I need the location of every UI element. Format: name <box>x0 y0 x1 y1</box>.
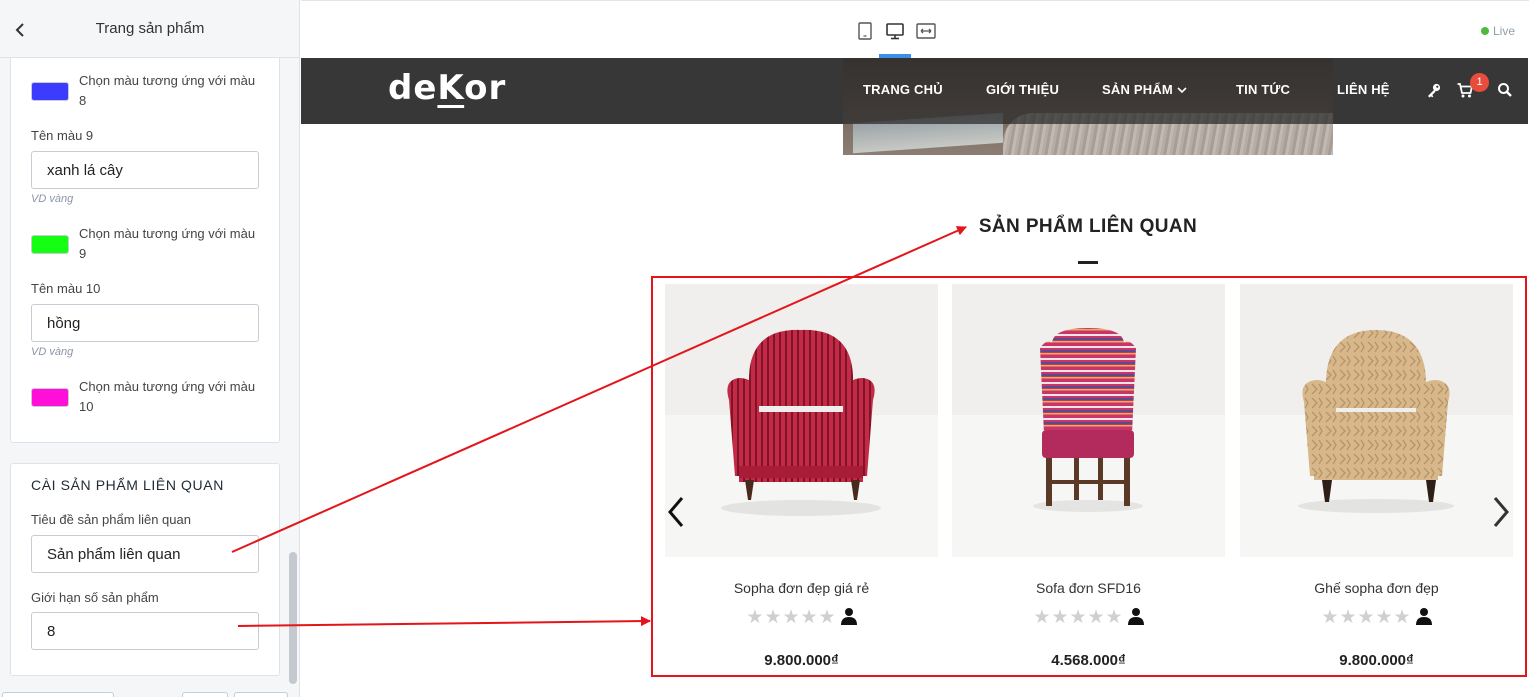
live-status-dot <box>1481 27 1489 35</box>
sidebar-footer <box>0 687 299 697</box>
annotation-highlight-box <box>651 276 1527 677</box>
color-9-hint: VD vàng <box>31 193 74 205</box>
nav-item-news[interactable]: TIN TỨC <box>1236 82 1290 97</box>
nav-item-products[interactable]: SẢN PHẨM <box>1102 82 1173 97</box>
product-limit-label: Giới hạn số sản phẩm <box>31 590 159 605</box>
color-10-row: Chọn màu tương ứng với màu 10 <box>31 377 271 417</box>
footer-button-left[interactable] <box>2 692 114 697</box>
color-settings-card: Chọn màu tương ứng với màu 8 Tên màu 9 V… <box>10 58 280 443</box>
color-9-name-input[interactable] <box>31 151 259 189</box>
title-divider <box>1078 261 1098 264</box>
nav-item-contact[interactable]: LIÊN HỆ <box>1337 82 1390 97</box>
cart-count-badge: 1 <box>1470 73 1489 92</box>
color-10-hint: VD vàng <box>31 346 74 358</box>
related-title-input[interactable] <box>31 535 259 573</box>
color-9-row: Chọn màu tương ứng với màu 9 <box>31 224 271 264</box>
nav-item-about[interactable]: GIỚI THIỆU <box>986 82 1059 97</box>
sidebar-header: Trang sản phẩm <box>0 0 299 58</box>
color-9-pick-label: Chọn màu tương ứng với màu 9 <box>79 226 256 261</box>
chevron-down-icon <box>1177 87 1187 94</box>
product-limit-input[interactable] <box>31 612 259 650</box>
color-8-pick-label: Chọn màu tương ứng với màu 8 <box>79 73 256 108</box>
logo-accent: K <box>437 68 465 108</box>
color-10-pick-label: Chọn màu tương ứng với màu 10 <box>79 379 256 414</box>
logo-prefix: de <box>388 68 438 108</box>
desktop-view-button[interactable] <box>884 20 906 42</box>
related-products-settings-card: CÀI SẢN PHẨM LIÊN QUAN Tiêu đề sản phẩm … <box>10 463 280 676</box>
footer-button-right[interactable] <box>234 692 288 697</box>
search-icon[interactable] <box>1496 81 1514 99</box>
key-icon[interactable] <box>1425 81 1443 99</box>
mobile-view-button[interactable] <box>854 20 876 42</box>
logo-suffix: or <box>464 68 507 108</box>
desktop-icon <box>886 23 904 40</box>
color-10-name-input[interactable] <box>31 304 259 342</box>
fullwidth-icon <box>916 23 936 39</box>
related-settings-heading: CÀI SẢN PHẨM LIÊN QUAN <box>31 477 224 493</box>
color-8-row: Chọn màu tương ứng với màu 8 <box>31 71 271 111</box>
color-8-swatch[interactable] <box>31 82 69 101</box>
theme-editor-sidebar: Chọn màu tương ứng với màu 8 Tên màu 9 V… <box>0 0 300 697</box>
sidebar-scrollbar[interactable] <box>289 552 297 684</box>
color-9-name-label: Tên màu 9 <box>31 128 94 143</box>
related-products-title: SẢN PHẨM LIÊN QUAN <box>978 216 1198 237</box>
store-logo[interactable]: deKor <box>388 68 506 108</box>
footer-button-middle[interactable] <box>182 692 228 697</box>
nav-item-home[interactable]: TRANG CHỦ <box>863 82 943 97</box>
color-10-swatch[interactable] <box>31 388 69 407</box>
related-title-label: Tiêu đề sản phẩm liên quan <box>31 512 191 527</box>
live-status-label: Live <box>1493 24 1516 38</box>
mobile-icon <box>858 22 872 40</box>
color-10-name-label: Tên màu 10 <box>31 281 101 296</box>
sidebar-title: Trang sản phẩm <box>95 20 205 37</box>
color-9-swatch[interactable] <box>31 235 69 254</box>
fullwidth-view-button[interactable] <box>915 20 937 42</box>
